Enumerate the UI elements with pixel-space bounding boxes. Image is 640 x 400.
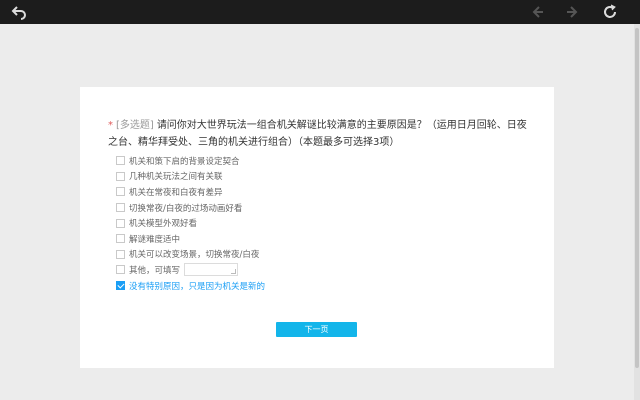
option-item[interactable]: 几种机关玩法之间有关联 <box>116 169 265 185</box>
question-type-label: [多选题] <box>116 120 154 131</box>
checkbox[interactable] <box>116 171 125 181</box>
option-label: 机关模型外观好看 <box>129 219 198 230</box>
option-label: 解谜难度适中 <box>129 234 181 245</box>
browser-toolbar <box>0 0 640 24</box>
next-page-button[interactable]: 下一页 <box>276 322 357 337</box>
checkbox-checked[interactable] <box>116 281 125 291</box>
other-text-input[interactable] <box>184 263 239 277</box>
prev-arrow-icon[interactable] <box>527 2 547 22</box>
option-label: 没有特别原因，只是因为机关是新的 <box>129 281 266 292</box>
checkbox[interactable] <box>116 234 125 244</box>
option-label: 切换常夜/白夜的过场动画好看 <box>129 203 243 214</box>
option-item[interactable]: 机关在常夜和白夜有差异 <box>116 184 265 200</box>
checkbox[interactable] <box>116 187 125 197</box>
next-arrow-icon[interactable] <box>563 2 583 22</box>
option-item[interactable]: 机关模型外观好看 <box>116 215 265 231</box>
option-label: 机关可以改变场景，切换常夜/白夜 <box>129 250 260 261</box>
checkbox[interactable] <box>116 218 125 228</box>
option-label: 其他，可填写 <box>129 265 181 276</box>
question-text: * [多选题] 请问你对大世界玩法一组合机关解谜比较满意的主要原因是？（运用日月回轮… <box>108 117 532 151</box>
checkbox[interactable] <box>116 265 125 275</box>
refresh-icon[interactable] <box>600 2 620 22</box>
undo-arrow-icon[interactable] <box>9 2 29 22</box>
scrollbar-thumb[interactable] <box>635 28 639 368</box>
checkbox[interactable] <box>116 203 125 213</box>
required-mark: * <box>108 120 113 131</box>
options-list: 机关和策下启的背景设定契合 几种机关玩法之间有关联 机关在常夜和白夜有差异 切换… <box>116 153 265 293</box>
option-item-selected[interactable]: 没有特别原因，只是因为机关是新的 <box>116 278 265 294</box>
survey-card: * [多选题] 请问你对大世界玩法一组合机关解谜比较满意的主要原因是？（运用日月回轮… <box>80 87 554 368</box>
option-label: 机关在常夜和白夜有差异 <box>129 187 223 198</box>
option-label: 机关和策下启的背景设定契合 <box>129 156 240 167</box>
question-body: 请问你对大世界玩法一组合机关解谜比较满意的主要原因是？（运用日月回轮、日夜之台、… <box>108 120 527 148</box>
option-label: 几种机关玩法之间有关联 <box>129 172 223 183</box>
option-item[interactable]: 机关和策下启的背景设定契合 <box>116 153 265 169</box>
option-item-other[interactable]: 其他，可填写 <box>116 262 265 278</box>
checkbox[interactable] <box>116 249 125 259</box>
checkbox[interactable] <box>116 156 125 166</box>
option-item[interactable]: 机关可以改变场景，切换常夜/白夜 <box>116 247 265 263</box>
option-item[interactable]: 解谜难度适中 <box>116 231 265 247</box>
option-item[interactable]: 切换常夜/白夜的过场动画好看 <box>116 200 265 216</box>
